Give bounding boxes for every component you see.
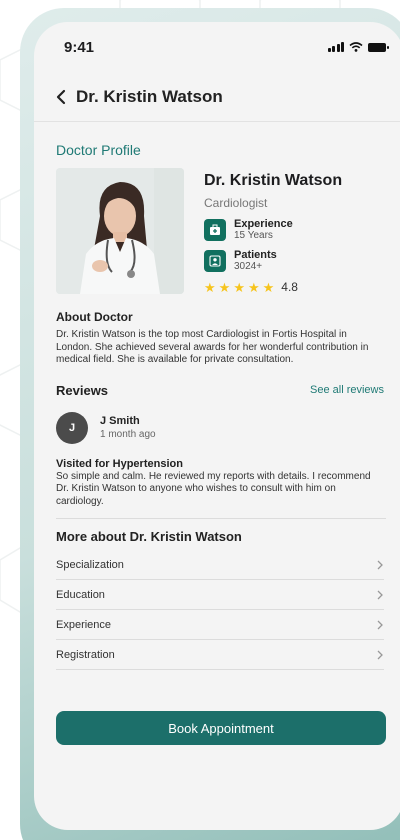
more-item-registration[interactable]: Registration (56, 640, 384, 670)
experience-label: Experience (234, 218, 293, 230)
wifi-icon (349, 42, 363, 52)
more-about-heading: More about Dr. Kristin Watson (56, 529, 242, 544)
more-item-label: Specialization (56, 558, 124, 571)
more-item-specialization[interactable]: Specialization (56, 550, 384, 580)
more-item-label: Registration (56, 648, 115, 661)
status-bar: 9:41 (34, 22, 400, 72)
star-icon: ★ (218, 279, 231, 295)
signal-icon (327, 42, 344, 52)
main-content: Doctor Profile Dr. Kristin Watson Cardio… (34, 122, 400, 745)
briefcase-icon (204, 219, 226, 241)
reviews-heading: Reviews (56, 382, 109, 398)
reviewer-name: J Smith (100, 415, 140, 427)
star-icon: ★ (262, 279, 275, 295)
patients-icon (204, 250, 226, 272)
battery-icon (368, 42, 389, 52)
profile-card: Dr. Kristin Watson Cardiologist Experien… (56, 168, 384, 294)
patients-value: 3024+ (234, 261, 263, 272)
experience-stat: Experience 15 Years (204, 218, 342, 242)
back-arrow-icon[interactable] (56, 88, 70, 106)
nav-title: Dr. Kristin Watson (76, 86, 223, 106)
chevron-right-icon (377, 590, 383, 599)
reviews-header: Reviews See all reviews (56, 383, 384, 398)
see-all-reviews-link[interactable]: See all reviews (310, 384, 384, 396)
doctor-specialty: Cardiologist (204, 196, 268, 210)
reviewer: J J Smith 1 month ago (56, 411, 384, 444)
review-text: So simple and calm. He reviewed my repor… (56, 470, 371, 507)
more-item-label: Experience (56, 618, 112, 631)
chevron-right-icon (377, 620, 383, 629)
star-icon: ★ (204, 279, 216, 295)
doctor-info: Dr. Kristin Watson Cardiologist Experien… (204, 168, 342, 294)
status-icons (327, 42, 389, 52)
patients-stat: Patients 3024+ (204, 249, 342, 273)
avatar: J (56, 411, 88, 444)
review-time: 1 month ago (100, 429, 156, 440)
doctor-photo (56, 168, 184, 294)
more-item-label: Education (56, 588, 105, 601)
status-time: 9:41 (64, 38, 95, 56)
doctor-name: Dr. Kristin Watson (204, 172, 343, 189)
rating: ★ ★ ★ ★ ★ 4.8 (204, 280, 342, 294)
experience-value: 15 Years (234, 230, 273, 241)
star-icon: ★ (233, 279, 245, 295)
more-about-list: Specialization Education Experience Regi… (56, 550, 384, 670)
nav-bar: Dr. Kristin Watson (34, 72, 400, 122)
divider (56, 518, 386, 519)
chevron-right-icon (377, 650, 383, 659)
patients-label: Patients (234, 249, 277, 261)
star-icon: ★ (247, 279, 260, 295)
chevron-right-icon (377, 560, 383, 569)
about-text: Dr. Kristin Watson is the top most Cardi… (56, 329, 369, 365)
rating-value: 4.8 (281, 280, 298, 294)
review-title: Visited for Hypertension (56, 457, 183, 470)
doctor-profile-title: Doctor Profile (56, 142, 141, 158)
about-heading: About Doctor (56, 310, 133, 324)
book-appointment-button[interactable]: Book Appointment (56, 711, 386, 745)
more-item-experience[interactable]: Experience (56, 610, 384, 640)
phone-screen: 9:41 Dr. Kristin Watson Doctor Profile D… (34, 22, 400, 830)
more-item-education[interactable]: Education (56, 580, 384, 610)
